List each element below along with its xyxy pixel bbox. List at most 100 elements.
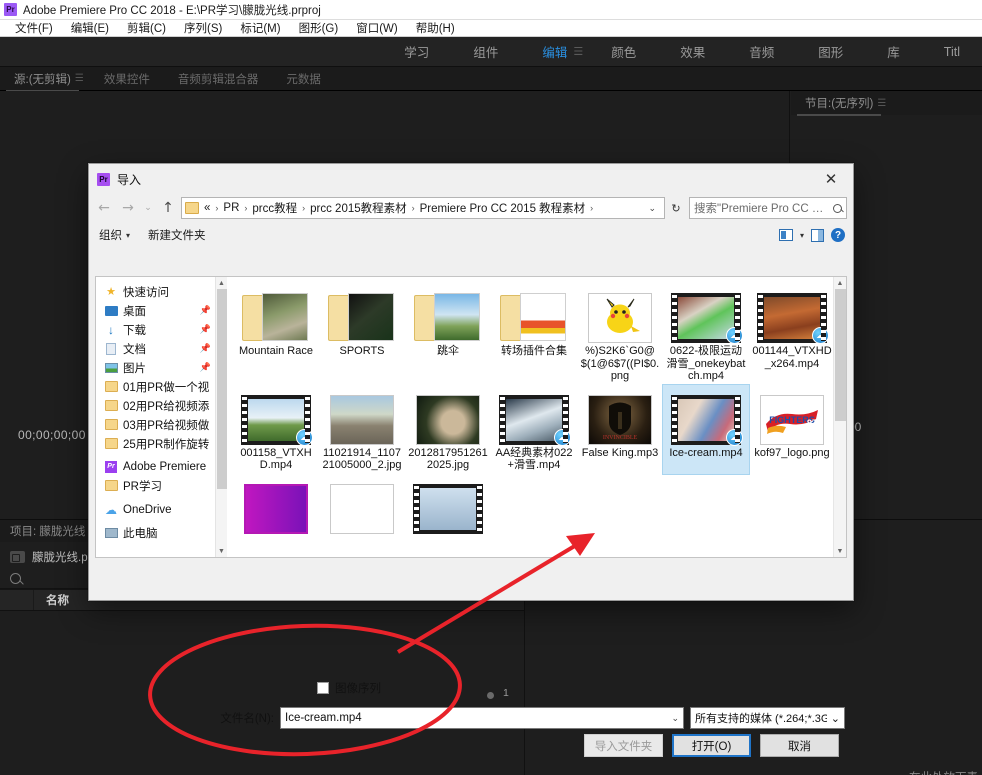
- refresh-icon[interactable]: ↻: [667, 197, 685, 219]
- preview-pane-icon[interactable]: [811, 229, 824, 242]
- pin-icon[interactable]: 📌: [200, 362, 211, 373]
- menu-item-clip[interactable]: 剪辑(C): [118, 20, 175, 36]
- tab-audio-clip-mixer[interactable]: 音频剪辑混合器: [164, 71, 273, 87]
- pin-icon[interactable]: 📌: [200, 343, 211, 354]
- file-name: 20128179512612025.jpg: [407, 447, 489, 472]
- organize-button[interactable]: 组织 ▾: [99, 227, 148, 243]
- forward-icon[interactable]: →: [117, 197, 139, 219]
- tab-project[interactable]: 项目: 朦胧光线: [0, 523, 95, 539]
- chevron-down-icon[interactable]: ⌄: [665, 713, 679, 724]
- tab-program[interactable]: 节目:(无序列): [791, 95, 887, 111]
- import-folder-button[interactable]: 导入文件夹: [584, 734, 663, 757]
- file-item[interactable]: FIGHTERS 97 kof97_logo.png: [749, 385, 835, 474]
- folder-icon: [104, 479, 118, 492]
- sidebar-item-folder-25[interactable]: 25用PR制作旋转: [96, 434, 227, 453]
- file-item[interactable]: ☁ 001158_VTXHD.mp4: [233, 385, 319, 474]
- pin-icon[interactable]: 📌: [200, 324, 211, 335]
- file-item[interactable]: 11021914_110721005000_2.jpg: [319, 385, 405, 474]
- breadcrumb-item-3[interactable]: Premiere Pro CC 2015 教程素材: [419, 200, 587, 216]
- workspace-tab-learning[interactable]: 学习: [382, 42, 451, 61]
- workspace-tab-libraries[interactable]: 库: [865, 42, 922, 61]
- scrollbar-thumb[interactable]: [835, 289, 846, 421]
- open-button[interactable]: 打开(O): [672, 734, 751, 757]
- column-toggle[interactable]: [0, 590, 34, 610]
- file-item[interactable]: ☁ 001144_VTXHD_x264.mp4: [749, 283, 835, 385]
- image-sequence-checkbox[interactable]: [317, 682, 329, 694]
- scroll-up-icon[interactable]: ▲: [834, 277, 846, 289]
- new-folder-button[interactable]: 新建文件夹: [148, 227, 224, 243]
- tab-effect-controls[interactable]: 效果控件: [90, 71, 164, 87]
- file-item[interactable]: 20128179512612025.jpg: [405, 385, 491, 474]
- file-item[interactable]: [233, 474, 319, 536]
- sidebar-item-downloads[interactable]: ↓ 下载 📌: [96, 320, 227, 339]
- up-icon[interactable]: ↑: [157, 197, 179, 219]
- search-input[interactable]: 搜索"Premiere Pro CC 2015...: [689, 197, 847, 219]
- sidebar-item-pr-study[interactable]: PR学习: [96, 476, 227, 495]
- pin-icon[interactable]: 📌: [200, 305, 211, 316]
- filename-input[interactable]: Ice-cream.mp4 ⌄: [280, 707, 684, 729]
- column-name[interactable]: 名称: [34, 592, 69, 608]
- scrubber-handle[interactable]: [487, 692, 494, 699]
- menu-item-file[interactable]: 文件(F): [6, 20, 62, 36]
- recent-locations-icon[interactable]: ⌄: [141, 197, 155, 219]
- menu-item-graphics[interactable]: 图形(G): [290, 20, 348, 36]
- chevron-down-icon[interactable]: ▾: [800, 231, 804, 240]
- workspace-tab-color[interactable]: 颜色: [589, 42, 658, 61]
- cancel-button[interactable]: 取消: [760, 734, 839, 757]
- sidebar-item-folder-01[interactable]: 01用PR做一个视: [96, 377, 227, 396]
- chevron-down-icon[interactable]: ⌄: [831, 712, 840, 725]
- workspace-tab-titles[interactable]: Titl: [922, 45, 982, 59]
- breadcrumb-item-2[interactable]: prcc 2015教程素材: [309, 200, 408, 216]
- filetype-select[interactable]: 所有支持的媒体 (*.264;*.3G2;* ⌄: [690, 707, 845, 729]
- file-item[interactable]: [319, 474, 405, 536]
- sidebar-item-folder-02[interactable]: 02用PR给视频添: [96, 396, 227, 415]
- sidebar-item-documents[interactable]: 文档 📌: [96, 339, 227, 358]
- image-sequence-option[interactable]: 图像序列: [317, 680, 381, 696]
- file-item[interactable]: ☁ AA经典素材022+滑雪.mp4: [491, 385, 577, 474]
- sidebar-item-adobe-premiere[interactable]: Pr Adobe Premiere: [96, 457, 227, 476]
- scroll-down-icon[interactable]: ▼: [834, 545, 846, 557]
- file-item[interactable]: 转场插件合集: [491, 283, 577, 385]
- new-folder-label: 新建文件夹: [148, 227, 206, 243]
- sidebar-item-quick-access[interactable]: ★ 快速访问: [96, 282, 227, 301]
- sidebar-item-desktop[interactable]: 桌面 📌: [96, 301, 227, 320]
- file-item-selected[interactable]: ☁ Ice-cream.mp4: [663, 385, 749, 474]
- file-item[interactable]: 跳伞: [405, 283, 491, 385]
- sidebar-item-onedrive[interactable]: ☁ OneDrive: [96, 500, 227, 519]
- menu-item-help[interactable]: 帮助(H): [407, 20, 464, 36]
- menu-item-sequence[interactable]: 序列(S): [175, 20, 231, 36]
- file-item[interactable]: INVINCIBLE False King.mp3: [577, 385, 663, 474]
- chevron-down-icon[interactable]: ⌄: [642, 203, 662, 214]
- hamburger-icon[interactable]: ☰: [573, 45, 589, 58]
- close-icon[interactable]: ✕: [809, 164, 853, 194]
- workspace-tab-audio[interactable]: 音频: [727, 42, 796, 61]
- file-item[interactable]: SPORTS: [319, 283, 405, 385]
- workspace-tab-assembly[interactable]: 组件: [451, 42, 520, 61]
- menu-item-marker[interactable]: 标记(M): [231, 20, 289, 36]
- file-grid-scrollbar[interactable]: ▲ ▼: [833, 277, 846, 557]
- menu-item-edit[interactable]: 编辑(E): [62, 20, 118, 36]
- tab-metadata[interactable]: 元数据: [272, 71, 335, 87]
- view-options-icon[interactable]: [779, 229, 793, 241]
- scrollbar-thumb[interactable]: [217, 289, 227, 489]
- scroll-up-icon[interactable]: ▲: [216, 277, 227, 289]
- scroll-down-icon[interactable]: ▼: [216, 545, 227, 557]
- file-item[interactable]: ☁ 0622-极限运动滑雪_onekeybatch.mp4: [663, 283, 749, 385]
- file-item[interactable]: [405, 474, 491, 536]
- help-icon[interactable]: ?: [831, 228, 845, 242]
- menu-item-window[interactable]: 窗口(W): [347, 20, 407, 36]
- file-item[interactable]: Mountain Race: [233, 283, 319, 385]
- sidebar-scrollbar[interactable]: ▲ ▼: [215, 277, 227, 557]
- sidebar-item-this-pc[interactable]: 此电脑: [96, 523, 227, 542]
- workspace-tab-effects[interactable]: 效果: [658, 42, 727, 61]
- sidebar-item-folder-03[interactable]: 03用PR给视频做: [96, 415, 227, 434]
- sidebar-item-pictures[interactable]: 图片 📌: [96, 358, 227, 377]
- breadcrumb-item-1[interactable]: prcc教程: [251, 200, 298, 216]
- breadcrumb-item-0[interactable]: PR: [222, 202, 240, 214]
- back-icon[interactable]: ←: [93, 197, 115, 219]
- dialog-navigation-bar: ← → ⌄ ↑ « › PR › prcc教程 › prcc 2015教程素材 …: [89, 194, 853, 222]
- file-item[interactable]: %)S2K6`G0@$(1@6$7((PI$0.png: [577, 283, 663, 385]
- workspace-tab-graphics[interactable]: 图形: [796, 42, 865, 61]
- address-bar[interactable]: « › PR › prcc教程 › prcc 2015教程素材 › Premie…: [181, 197, 665, 219]
- tab-source[interactable]: 源:(无剪辑): [0, 71, 85, 87]
